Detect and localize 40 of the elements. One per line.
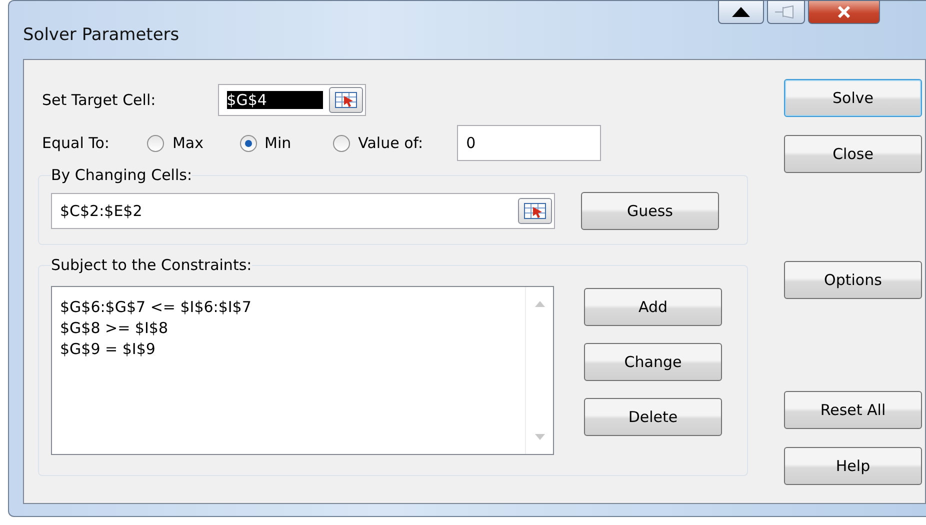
dialog-button[interactable]: Reset All <box>784 391 922 429</box>
dialog-button[interactable]: Change <box>584 343 722 381</box>
group-label: Subject to the Constraints: <box>51 256 252 274</box>
dialog-button[interactable]: Delete <box>584 398 722 436</box>
list-item[interactable]: $G$9 = $I$9 <box>60 339 525 360</box>
constraints-list[interactable]: $G$6:$G$7 <= $I$6:$I$7 $G$8 >= $I$8 $G$9 = $I$9 <box>51 286 554 455</box>
radio-button[interactable] <box>333 134 350 152</box>
group-label: By Changing Cells: <box>51 166 192 184</box>
radio-label: Max <box>172 134 204 152</box>
field-label: Equal To: <box>42 134 110 152</box>
close-button[interactable] <box>808 0 880 24</box>
caret-up-icon <box>534 301 544 307</box>
dialog-button[interactable]: Close <box>784 135 922 173</box>
list-item[interactable]: $G$6:$G$7 <= $I$6:$I$7 <box>60 297 525 318</box>
cell-reference-button[interactable] <box>518 198 552 224</box>
cell-reference-button[interactable] <box>328 87 363 113</box>
dialog-button[interactable]: Add <box>584 288 722 326</box>
field-value: $C$2:$E$2 <box>60 202 142 220</box>
radio-label: Min <box>264 134 292 152</box>
dialog-button[interactable]: Help <box>784 447 922 485</box>
collapse-button[interactable] <box>718 0 764 24</box>
radio-label: Value of: <box>358 134 424 152</box>
dialog-button[interactable]: Options <box>784 261 922 299</box>
field-label: Set Target Cell: <box>42 91 156 109</box>
radio-button[interactable] <box>240 134 256 152</box>
changing-cells-field[interactable]: $C$2:$E$2 <box>51 193 555 229</box>
cell-reference-icon <box>334 92 357 108</box>
list-item[interactable]: $G$8 >= $I$8 <box>60 318 525 339</box>
value-input-field[interactable]: 0 <box>457 125 602 161</box>
window-title: Solver Parameters <box>23 25 180 45</box>
triangle-up-icon <box>732 7 750 17</box>
field-value: $G$4 <box>226 91 323 109</box>
target-cell-field[interactable]: $G$4 <box>218 84 366 116</box>
guess-button[interactable]: Guess <box>581 192 719 230</box>
dialog-button[interactable]: Solve <box>784 79 922 117</box>
close-icon <box>837 6 851 18</box>
cell-reference-icon <box>524 203 546 219</box>
radio-button[interactable] <box>147 134 164 152</box>
pin-button[interactable] <box>767 0 805 24</box>
caret-down-icon <box>534 434 544 440</box>
